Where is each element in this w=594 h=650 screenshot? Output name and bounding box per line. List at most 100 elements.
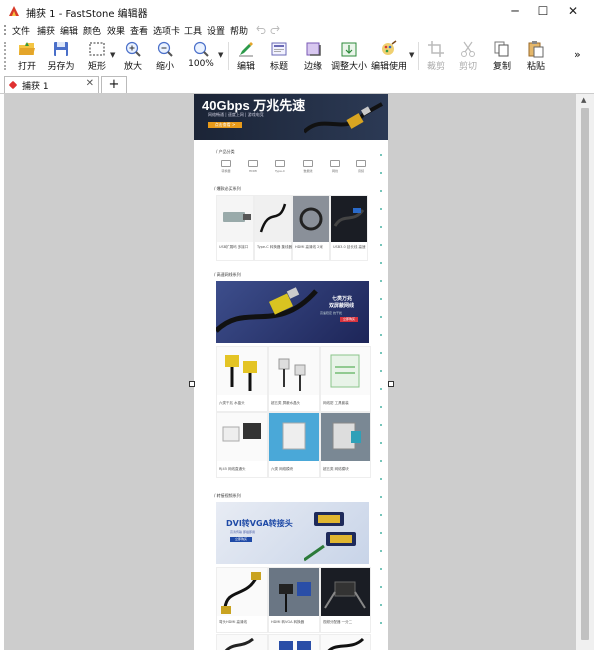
captured-image[interactable]: 40Gbps 万兆先速 网络畅通 | 速度上网 | 游戏电竞 点击查看 > / … <box>194 94 388 650</box>
save-as-label: 另存为 <box>47 62 75 72</box>
rect-label: 矩形 <box>87 62 106 72</box>
product-card: 超五类 网络模块 <box>320 412 371 478</box>
menu-edit[interactable]: 编辑 <box>60 24 78 37</box>
crop-icon <box>428 41 444 57</box>
zoom-out-label: 缩小 <box>155 62 174 72</box>
product-card <box>268 634 320 650</box>
edit-pen-icon <box>239 42 253 57</box>
caption-label: 标题 <box>269 62 288 72</box>
resize-button[interactable]: 调整大小 <box>330 40 368 74</box>
capture-tab-icon <box>8 80 18 90</box>
menu-effects[interactable]: 效果 <box>107 24 125 37</box>
right-resize-handle[interactable] <box>388 381 394 387</box>
network-cable-image <box>304 102 383 134</box>
scroll-up-arrow-icon[interactable]: ▲ <box>581 96 586 104</box>
product-card: HDMI 高清线 2米 <box>292 195 330 261</box>
section-categories-title: / 产品分类 <box>216 149 235 154</box>
edit-button[interactable]: 编辑 <box>232 40 260 74</box>
category-item: 音频 <box>351 158 371 178</box>
scroll-thumb[interactable] <box>581 108 589 640</box>
caption-icon <box>271 42 287 56</box>
hero-banner: 40Gbps 万兆先速 网络畅通 | 速度上网 | 游戏电竞 点击查看 > <box>194 94 388 140</box>
product-card <box>320 634 371 650</box>
hero-banner-button: 点击查看 > <box>208 122 242 128</box>
undo-icon[interactable] <box>256 25 266 34</box>
zoom-level-button[interactable]: 100% <box>186 40 216 74</box>
product-card: Type-C 转换器 集线器 <box>254 195 292 261</box>
left-panel-edge <box>0 94 4 650</box>
caption-button[interactable]: 标题 <box>264 40 294 74</box>
rect-dropdown-arrow[interactable]: ▼ <box>110 51 115 59</box>
network-banner-subtitle: 双屏蔽网线 <box>329 303 355 309</box>
paste-button[interactable]: 粘贴 <box>522 40 550 74</box>
minimize-button[interactable]: ─ <box>502 3 528 19</box>
title-bar: 捕获 1 - FastStone 编辑器 ─ ☐ ✕ <box>0 0 594 22</box>
menu-view[interactable]: 查看 <box>130 24 148 37</box>
cut-button[interactable]: 剪切 <box>454 40 482 74</box>
window-title: 捕获 1 - FastStone 编辑器 <box>26 9 148 20</box>
menu-tabs[interactable]: 选项卡 <box>153 24 180 37</box>
product-card: 超五类 屏蔽水晶头 <box>268 346 320 412</box>
copy-button[interactable]: 复制 <box>488 40 516 74</box>
cut-label: 剪切 <box>458 62 477 72</box>
open-folder-icon <box>19 42 35 55</box>
zoom-in-button[interactable]: 放大 <box>120 40 146 74</box>
open-button[interactable]: 打开 <box>12 40 42 74</box>
product-card: USB扩展坞 多接口 <box>216 195 254 261</box>
vertical-scrollbar[interactable]: ▲ <box>576 94 594 650</box>
toolbar-overflow-chevron[interactable]: » <box>574 48 581 61</box>
section-hot-title: / 爆款必买系列 <box>214 186 241 191</box>
menu-color[interactable]: 颜色 <box>83 24 101 37</box>
dvi-adapter-banner: DVI转VGA转接头 高清传输 即插即用 立即购买 <box>216 502 369 564</box>
category-row: 转换器 HDMI Type-C 数据线 网线 音频 <box>216 158 366 178</box>
category-item: 数据线 <box>298 158 318 178</box>
dvi-banner-button: 立即购买 <box>230 537 252 542</box>
menu-tools[interactable]: 工具 <box>184 24 202 37</box>
tab-label: 捕获 1 <box>22 82 49 92</box>
save-as-button[interactable]: 另存为 <box>46 40 76 74</box>
zoom-in-icon <box>125 41 141 57</box>
menu-help[interactable]: 帮助 <box>230 24 248 37</box>
rect-select-button[interactable]: 矩形 <box>82 40 112 74</box>
product-card: HDMI 转VGA 转换器 <box>268 567 320 633</box>
product-card: 六类千兆 水晶头 <box>216 346 268 412</box>
redo-icon[interactable] <box>270 25 280 34</box>
maximize-button[interactable]: ☐ <box>530 3 556 19</box>
menu-grip <box>4 25 8 35</box>
zoom-dropdown-arrow[interactable]: ▼ <box>218 51 223 59</box>
zoom-level-label: 100% <box>188 59 214 69</box>
category-item: 网线 <box>325 158 345 178</box>
edit-with-dropdown-arrow[interactable]: ▼ <box>409 51 414 59</box>
crop-button[interactable]: 裁剪 <box>422 40 450 74</box>
zoom-out-button[interactable]: 缩小 <box>152 40 178 74</box>
edit-with-button[interactable]: 编辑使用 <box>370 40 408 74</box>
menu-settings[interactable]: 设置 <box>207 24 225 37</box>
zoom-level-icon <box>193 41 209 57</box>
new-tab-button[interactable]: + <box>101 76 127 93</box>
menu-capture[interactable]: 捕获 <box>37 24 55 37</box>
toolbar-separator <box>228 42 229 70</box>
tab-capture-1[interactable]: 捕获 1 ✕ <box>4 76 99 93</box>
toolbar: 打开 另存为 矩形 ▼ 放大 缩小 100% ▼ 编辑 标题 边缘 调整大小 编… <box>0 38 594 75</box>
tab-close-icon[interactable]: ✕ <box>86 78 94 89</box>
dvi-adapter-image <box>304 512 356 562</box>
network-banner-button: 立即购买 <box>340 317 358 322</box>
copy-icon <box>494 41 509 57</box>
category-item: Type-C <box>270 158 290 178</box>
product-card: 网线钳 工具套装 <box>320 346 371 412</box>
product-card: 六类 网络模块 <box>268 412 320 478</box>
scissors-icon <box>461 41 475 57</box>
tab-bar: 捕获 1 ✕ + <box>0 75 594 94</box>
edit-label: 编辑 <box>236 62 255 72</box>
dvi-banner-title: DVI转VGA转接头 <box>226 519 293 528</box>
edge-button[interactable]: 边缘 <box>298 40 328 74</box>
crop-label: 裁剪 <box>426 62 445 72</box>
close-button[interactable]: ✕ <box>560 3 586 19</box>
left-resize-handle[interactable] <box>189 381 195 387</box>
paste-label: 粘贴 <box>526 62 545 72</box>
faststone-app-icon <box>9 6 19 16</box>
toolbar-separator <box>418 42 419 70</box>
edit-with-icon <box>382 40 397 55</box>
menu-file[interactable]: 文件 <box>12 24 30 37</box>
open-label: 打开 <box>17 62 36 72</box>
